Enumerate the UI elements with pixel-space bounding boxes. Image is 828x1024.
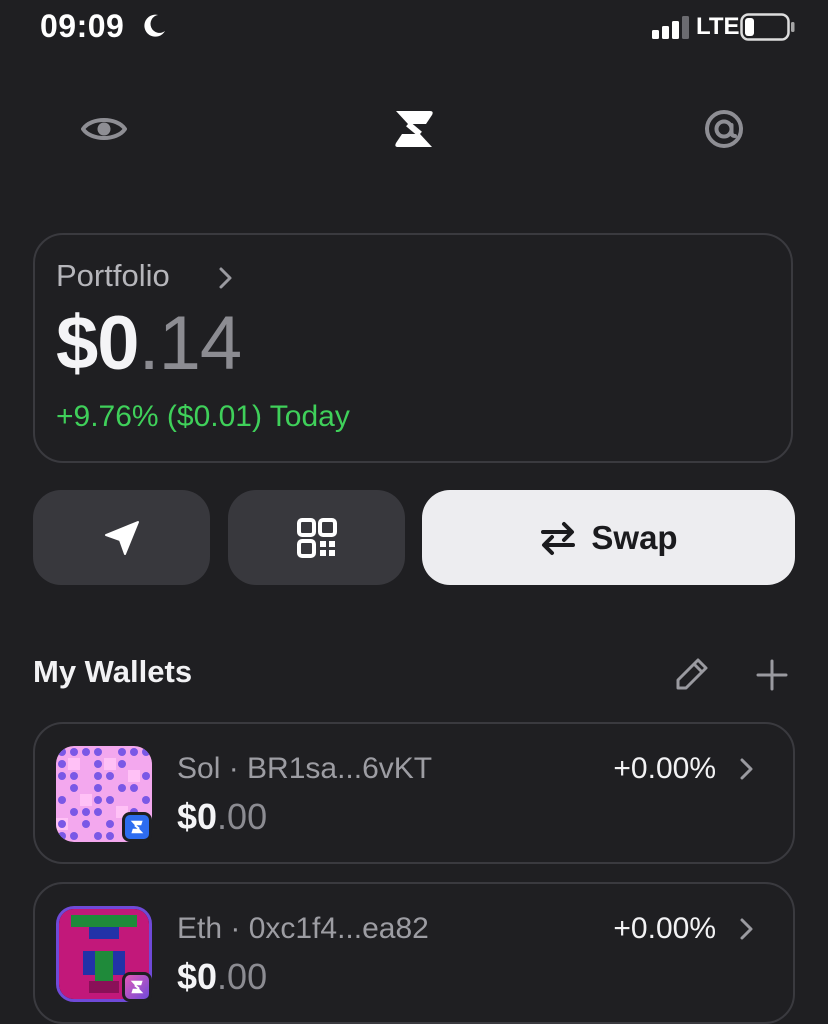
portfolio-label: Portfolio xyxy=(56,258,170,293)
wallet-badge-eth xyxy=(122,972,152,1002)
send-button[interactable] xyxy=(33,490,210,585)
network-type: LTE xyxy=(696,13,740,40)
status-time: 09:09 xyxy=(40,8,125,44)
wallet-change-sol: +0.00% xyxy=(613,752,716,785)
wallets-title: My Wallets xyxy=(33,654,193,689)
moon-icon xyxy=(144,14,165,37)
app-logo-icon xyxy=(130,820,144,834)
app-logo-icon xyxy=(395,111,433,147)
wallet-name-sol: Sol · BR1sa...6vKT xyxy=(177,752,433,785)
pencil-icon[interactable] xyxy=(674,656,710,692)
swap-arrows-icon xyxy=(541,521,576,555)
portfolio-value: $0.14 xyxy=(56,301,242,386)
wallet-balance-sol: $0.00 xyxy=(177,796,268,837)
wallet-balance-eth: $0.00 xyxy=(177,956,268,997)
receive-button[interactable] xyxy=(228,490,405,585)
mentions-button[interactable] xyxy=(699,104,749,154)
eye-icon xyxy=(81,118,127,140)
wallet-change-eth: +0.00% xyxy=(613,912,716,945)
app-logo-icon xyxy=(130,980,144,994)
portfolio-change: +9.76% ($0.01) Today xyxy=(56,400,350,433)
wallet-name-eth: Eth · 0xc1f4...ea82 xyxy=(177,912,429,945)
battery-icon xyxy=(740,13,795,41)
at-sign-icon xyxy=(705,110,743,148)
app-logo[interactable] xyxy=(389,104,439,154)
qr-code-icon xyxy=(296,517,337,558)
chevron-right-icon xyxy=(740,758,753,780)
hide-balance-button[interactable] xyxy=(79,104,129,154)
swap-button[interactable]: Swap xyxy=(422,490,795,585)
send-icon xyxy=(104,520,139,555)
swap-label: Swap xyxy=(591,518,678,556)
chevron-right-icon xyxy=(219,267,232,289)
wallet-badge-sol xyxy=(122,812,152,842)
chevron-right-icon xyxy=(740,918,753,940)
plus-icon[interactable] xyxy=(755,658,789,692)
signal-icon xyxy=(652,16,689,39)
